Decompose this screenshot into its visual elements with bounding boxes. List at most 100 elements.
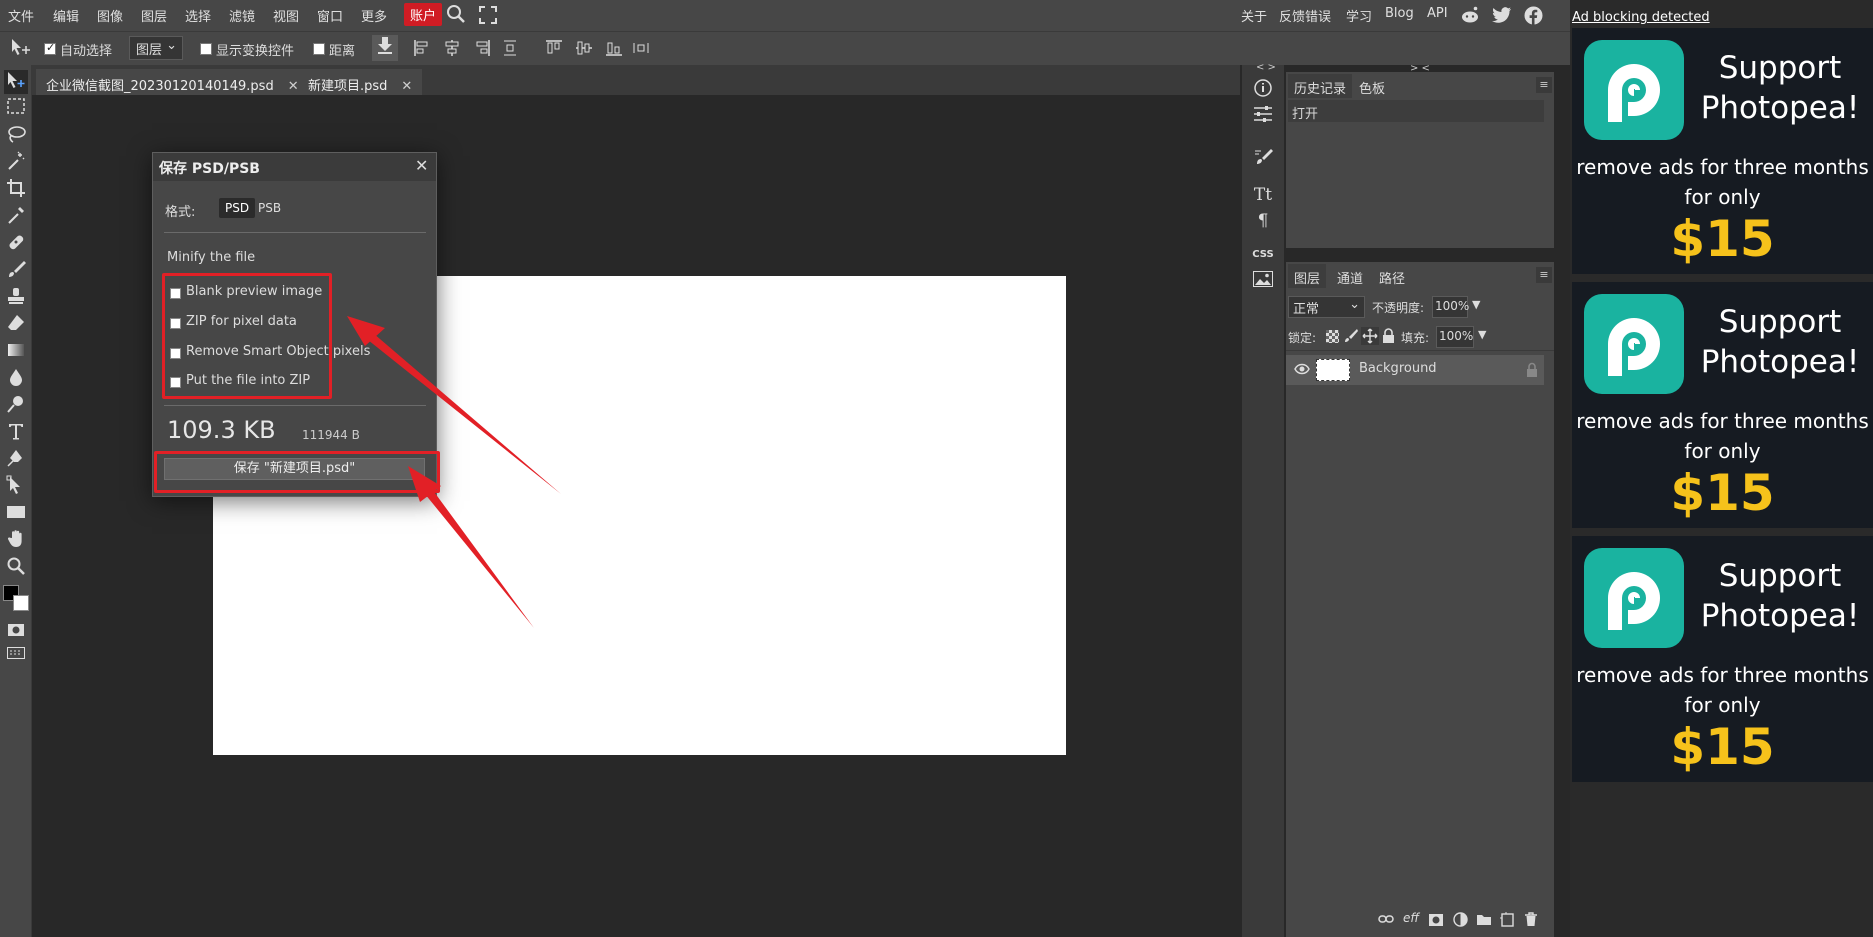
link-api[interactable]: API <box>1427 6 1448 21</box>
menu-view[interactable]: 视图 <box>273 6 299 25</box>
ad-banner[interactable]: Support Photopea! remove ads for three m… <box>1572 536 1873 782</box>
character-icon[interactable]: Tt <box>1250 182 1276 208</box>
delete-layer-icon[interactable] <box>1524 912 1538 931</box>
menu-edit[interactable]: 编辑 <box>53 6 79 25</box>
account-button[interactable]: 账户 <box>404 3 443 26</box>
crop-tool-icon[interactable] <box>4 178 28 202</box>
image-icon[interactable] <box>1250 269 1276 295</box>
opacity-dropdown-icon[interactable]: ▼ <box>1472 298 1480 311</box>
close-icon[interactable]: ✕ <box>288 79 299 94</box>
menu-window[interactable]: 窗口 <box>317 6 343 25</box>
distribute-vertical-icon[interactable] <box>632 39 650 61</box>
lock-position-icon[interactable] <box>1361 327 1379 345</box>
info-icon[interactable] <box>1250 78 1276 104</box>
menu-more[interactable]: 更多 <box>361 6 387 25</box>
blur-tool-icon[interactable] <box>4 367 28 391</box>
dialog-header[interactable]: 保存 PSD/PSB ✕ <box>153 153 436 181</box>
magic-wand-icon[interactable] <box>4 151 28 175</box>
panel-menu-icon[interactable]: ≡ <box>1536 77 1552 93</box>
background-color-swatch[interactable] <box>13 595 29 611</box>
path-select-icon[interactable] <box>4 475 28 499</box>
layer-effects-icon[interactable]: eff <box>1403 911 1419 925</box>
format-psd-option[interactable]: PSD <box>219 198 256 218</box>
tab-history[interactable]: 历史记录 <box>1288 74 1353 98</box>
gradient-tool-icon[interactable] <box>4 340 28 364</box>
eraser-tool-icon[interactable] <box>4 313 28 337</box>
history-entry[interactable]: 打开 <box>1288 100 1544 122</box>
tab-paths[interactable]: 路径 <box>1373 264 1411 288</box>
lock-transparency-icon[interactable] <box>1326 330 1339 343</box>
link-about[interactable]: 关于 <box>1241 6 1267 25</box>
align-right-icon[interactable] <box>473 39 491 61</box>
layer-mask-icon[interactable] <box>1428 913 1444 931</box>
link-layers-icon[interactable] <box>1378 913 1394 929</box>
fullscreen-icon[interactable] <box>479 6 497 28</box>
type-tool-icon[interactable] <box>4 421 28 445</box>
layer-select-dropdown[interactable]: 图层 ⌄ <box>129 36 183 60</box>
link-blog[interactable]: Blog <box>1385 6 1414 21</box>
search-icon[interactable] <box>446 4 466 28</box>
lasso-tool-icon[interactable] <box>4 124 28 148</box>
tab-document-2[interactable]: 新建项目.psd ✕ <box>298 69 423 95</box>
twitter-icon[interactable] <box>1492 7 1512 27</box>
new-folder-icon[interactable] <box>1476 913 1492 930</box>
link-report-bug[interactable]: 反馈错误 <box>1279 6 1331 25</box>
tab-swatches[interactable]: 色板 <box>1353 74 1391 98</box>
eyedropper-icon[interactable] <box>4 205 28 229</box>
zoom-tool-icon[interactable] <box>4 556 28 580</box>
brush-settings-icon[interactable] <box>1250 147 1276 173</box>
menu-layer[interactable]: 图层 <box>141 6 167 25</box>
align-bottom-icon[interactable] <box>605 39 623 61</box>
css-icon[interactable]: CSS <box>1250 242 1276 268</box>
move-tool-icon[interactable] <box>4 70 28 94</box>
panel-menu-icon[interactable]: ≡ <box>1536 267 1552 283</box>
download-icon[interactable] <box>372 35 398 61</box>
facebook-icon[interactable] <box>1524 6 1543 29</box>
menu-filter[interactable]: 滤镜 <box>229 6 255 25</box>
distance-checkbox[interactable] <box>313 43 325 55</box>
paragraph-icon[interactable]: ¶ <box>1250 208 1276 234</box>
align-left-icon[interactable] <box>413 39 431 61</box>
menu-image[interactable]: 图像 <box>97 6 123 25</box>
ad-banner[interactable]: Support Photopea! remove ads for three m… <box>1572 28 1873 274</box>
quick-mask-icon[interactable] <box>4 621 28 645</box>
tab-channels[interactable]: 通道 <box>1331 264 1369 288</box>
blend-mode-dropdown[interactable]: 正常 ⌄ <box>1288 296 1365 318</box>
link-learn[interactable]: 学习 <box>1346 6 1372 25</box>
lock-all-icon[interactable] <box>1382 328 1395 347</box>
stamp-tool-icon[interactable] <box>4 286 28 310</box>
ad-banner[interactable]: Support Photopea! remove ads for three m… <box>1572 282 1873 528</box>
menu-select[interactable]: 选择 <box>185 6 211 25</box>
healing-brush-icon[interactable] <box>4 232 28 256</box>
expand-panels-icon[interactable]: < > <box>1256 62 1276 73</box>
adjustment-layer-icon[interactable] <box>1453 912 1468 931</box>
rectangle-tool-icon[interactable] <box>4 502 28 526</box>
new-layer-icon[interactable] <box>1500 912 1515 931</box>
lock-pixels-icon[interactable] <box>1344 328 1358 347</box>
auto-select-checkbox[interactable] <box>44 41 56 55</box>
distribute-horizontal-icon[interactable] <box>503 39 517 61</box>
show-transform-checkbox[interactable] <box>200 43 212 55</box>
pen-tool-icon[interactable] <box>4 448 28 472</box>
menu-file[interactable]: 文件 <box>8 6 34 25</box>
reddit-icon[interactable] <box>1460 6 1480 28</box>
brush-tool-icon[interactable] <box>4 259 28 283</box>
close-icon[interactable]: ✕ <box>401 79 412 94</box>
tab-layers[interactable]: 图层 <box>1288 264 1327 288</box>
adjustments-icon[interactable] <box>1250 105 1276 131</box>
opacity-input[interactable]: 100% <box>1432 296 1469 318</box>
align-center-icon[interactable] <box>443 39 461 61</box>
eye-visibility-icon[interactable] <box>1294 362 1310 380</box>
hand-tool-icon[interactable] <box>4 529 28 553</box>
marquee-tool-icon[interactable] <box>4 97 28 121</box>
format-psb-option[interactable]: PSB <box>252 198 287 218</box>
dodge-tool-icon[interactable] <box>4 394 28 418</box>
fill-input[interactable]: 100% <box>1436 326 1474 348</box>
layer-row[interactable]: Background <box>1286 355 1544 385</box>
tab-document-1[interactable]: 企业微信截图_20230120140149.psd ✕ <box>36 69 309 95</box>
align-top-icon[interactable] <box>545 39 563 61</box>
align-middle-icon[interactable] <box>575 39 593 61</box>
fill-dropdown-icon[interactable]: ▼ <box>1478 328 1486 341</box>
ad-blocking-link[interactable]: Ad blocking detected <box>1572 10 1710 25</box>
close-icon[interactable]: ✕ <box>415 156 428 175</box>
